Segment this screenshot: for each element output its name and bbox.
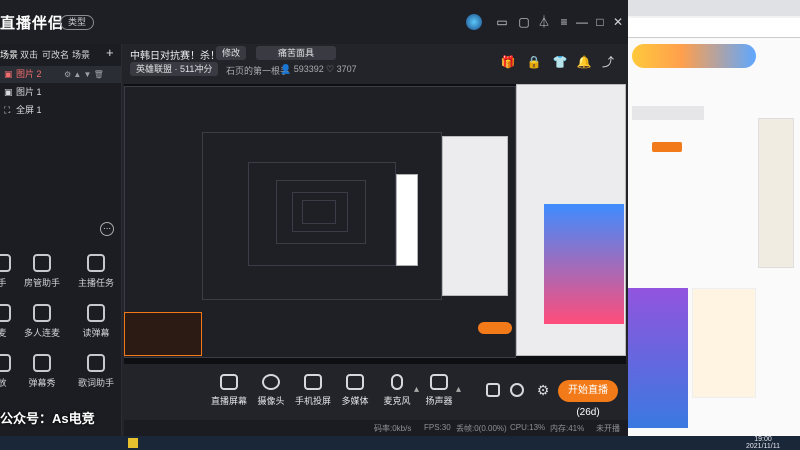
shirt-icon[interactable]: ⏃ <box>536 14 552 30</box>
gift-icon[interactable]: 🎁 <box>500 54 516 70</box>
screen-icon[interactable]: ▭ <box>494 14 510 30</box>
live-companion-app: 直播伴侣 类型 ▭ ▢ ⏃ ≡ — □ ✕ 场景 双击 可改名 场景 + ▣ 图… <box>0 0 628 436</box>
scene-item-image-1[interactable]: ▣ 图片 1 <box>0 84 122 101</box>
camera-icon <box>262 374 280 390</box>
read-danmaku-tool[interactable]: 读弹幕 <box>74 304 118 350</box>
speech-icon <box>87 304 105 322</box>
room-title: 中韩日对抗赛！杀！ <box>130 51 220 62</box>
tab-rename[interactable]: 可改名 <box>42 48 69 61</box>
room-info: 中韩日对抗赛！杀！ 修改 痛苦面具 英雄联盟 · 511冲分 石页的第一根手 👤… <box>130 44 628 80</box>
image-icon: ▣ <box>4 87 13 97</box>
drop-status: 丢帧:0(0.00%) <box>456 424 507 433</box>
play-icon <box>346 374 364 390</box>
fps-status: FPS:30 <box>424 423 451 432</box>
stream-preview[interactable] <box>124 84 626 364</box>
tab-double-click[interactable]: 双击 <box>20 48 38 61</box>
status-bar: 码率:0kb/s FPS:30 丢帧:0(0.00%) CPU:13% 内存:4… <box>124 420 628 436</box>
title-bar: 直播伴侣 类型 ▭ ▢ ⏃ ≡ — □ ✕ <box>0 0 628 44</box>
lock-icon[interactable]: 🔒 <box>526 54 542 70</box>
preview-start-button <box>478 322 512 334</box>
preview-game-art <box>544 204 624 324</box>
type-pill[interactable]: 类型 <box>60 15 94 30</box>
task-icon <box>87 254 105 272</box>
fullscreen-icon: ⛶ <box>4 105 11 115</box>
screen: 直播伴侣 类型 ▭ ▢ ⏃ ≡ — □ ✕ 场景 双击 可改名 场景 + ▣ 图… <box>0 0 800 450</box>
preview-browser-slice-2 <box>442 136 508 296</box>
scene-actions[interactable]: ⚙ ▲ ▼ 🗑 <box>64 66 104 83</box>
browser-orange-button[interactable] <box>652 142 682 152</box>
image-icon: ▣ <box>4 69 13 79</box>
lyrics-assist-tool[interactable]: 歌词助手 <box>74 354 118 400</box>
speaker-chevron-icon[interactable]: ▴ <box>456 384 461 395</box>
windows-taskbar: 19:00 2021/11/11 <box>0 436 800 450</box>
browser-address-bar[interactable] <box>628 18 800 38</box>
browser-side-card <box>758 118 794 268</box>
preview-nest-6 <box>302 200 336 224</box>
tv-icon <box>33 354 51 372</box>
settings-gear-icon[interactable]: ⚙ <box>534 381 552 399</box>
microphone-icon <box>391 374 403 390</box>
browser-tabstrip <box>628 0 800 16</box>
record-icon[interactable] <box>486 383 500 397</box>
monitor-icon <box>220 374 238 390</box>
cpu-status: CPU:13% <box>510 423 546 432</box>
more-icon[interactable]: ⋯ <box>100 222 114 236</box>
live-state-status: 未开播 <box>596 424 620 433</box>
scene-item-image-2[interactable]: ▣ 图片 2 ⚙ ▲ ▼ 🗑 <box>0 66 122 83</box>
tab-scene-2[interactable]: 场景 <box>72 48 90 61</box>
scene-panel: 场景 双击 可改名 场景 + ▣ 图片 2 ⚙ ▲ ▼ 🗑 ▣ 图片 1 ⛶ 全… <box>0 44 122 436</box>
notice-field[interactable]: 痛苦面具 <box>256 46 336 60</box>
scene-tabs: 场景 双击 可改名 场景 + <box>0 45 122 64</box>
multi-user-icon <box>33 304 51 322</box>
tool-icon <box>0 354 11 372</box>
tool-icon <box>0 304 11 322</box>
add-scene-button[interactable]: + <box>106 45 114 60</box>
bitrate-status: 码率:0kb/s <box>374 424 412 433</box>
maximize-icon[interactable]: □ <box>592 14 608 30</box>
tool-icon <box>0 254 11 272</box>
taskbar-app-icon[interactable] <box>128 438 138 448</box>
room-manager-tool[interactable]: 房管助手 <box>20 254 64 300</box>
category-pill[interactable]: 英雄联盟 · 511冲分 <box>130 62 219 76</box>
menu-icon[interactable]: ≡ <box>556 14 572 30</box>
browser-game-image <box>628 288 688 428</box>
like-count: ♡ 3707 <box>326 64 357 74</box>
phone-icon <box>304 374 322 390</box>
multi-mic-tool[interactable]: 多人连麦 <box>20 304 64 350</box>
preview-watermark-box <box>124 312 202 356</box>
watermark-text: 公众号：As电竞 <box>0 411 95 426</box>
share-icon[interactable]: ⤴ <box>600 54 616 70</box>
bell-icon[interactable]: 🔔 <box>576 54 592 70</box>
edit-title-button[interactable]: 修改 <box>216 46 247 60</box>
background-browser-window <box>628 0 800 436</box>
user-icon <box>33 254 51 272</box>
preview-tile <box>396 174 418 266</box>
browser-content <box>628 38 800 436</box>
tab-scene[interactable]: 场景 <box>0 48 18 61</box>
browser-banner <box>632 44 756 68</box>
mode-icon[interactable] <box>510 383 524 397</box>
speaker-icon <box>430 374 448 390</box>
danmaku-show-tool[interactable]: 弹幕秀 <box>20 354 64 400</box>
close-icon[interactable]: ✕ <box>610 14 626 30</box>
taskbar-clock[interactable]: 19:00 2021/11/11 <box>746 436 780 450</box>
app-logo: 直播伴侣 <box>0 15 65 32</box>
minimize-icon[interactable]: — <box>574 14 590 30</box>
music-icon <box>87 354 105 372</box>
browser-row <box>632 106 704 120</box>
streamer-task-tool[interactable]: 主播任务 <box>74 254 118 300</box>
chat-icon[interactable]: ▢ <box>516 14 532 30</box>
shirt-tool-icon[interactable]: 👕 <box>552 54 568 70</box>
start-live-button[interactable]: 开始直播(26d) <box>558 380 618 418</box>
browser-gift-panel <box>692 288 756 398</box>
mem-status: 内存:41% <box>550 424 585 433</box>
scene-item-fullscreen-1[interactable]: ⛶ 全屏 1 <box>0 102 122 119</box>
avatar[interactable] <box>466 14 482 30</box>
source-toolbar: 直播屏幕 摄像头 手机投屏 多媒体 麦克风 ▴ 扬声器 ▴ ⚙ 开始直播(26d… <box>124 368 626 418</box>
viewer-count: 👤 593392 <box>280 64 324 74</box>
